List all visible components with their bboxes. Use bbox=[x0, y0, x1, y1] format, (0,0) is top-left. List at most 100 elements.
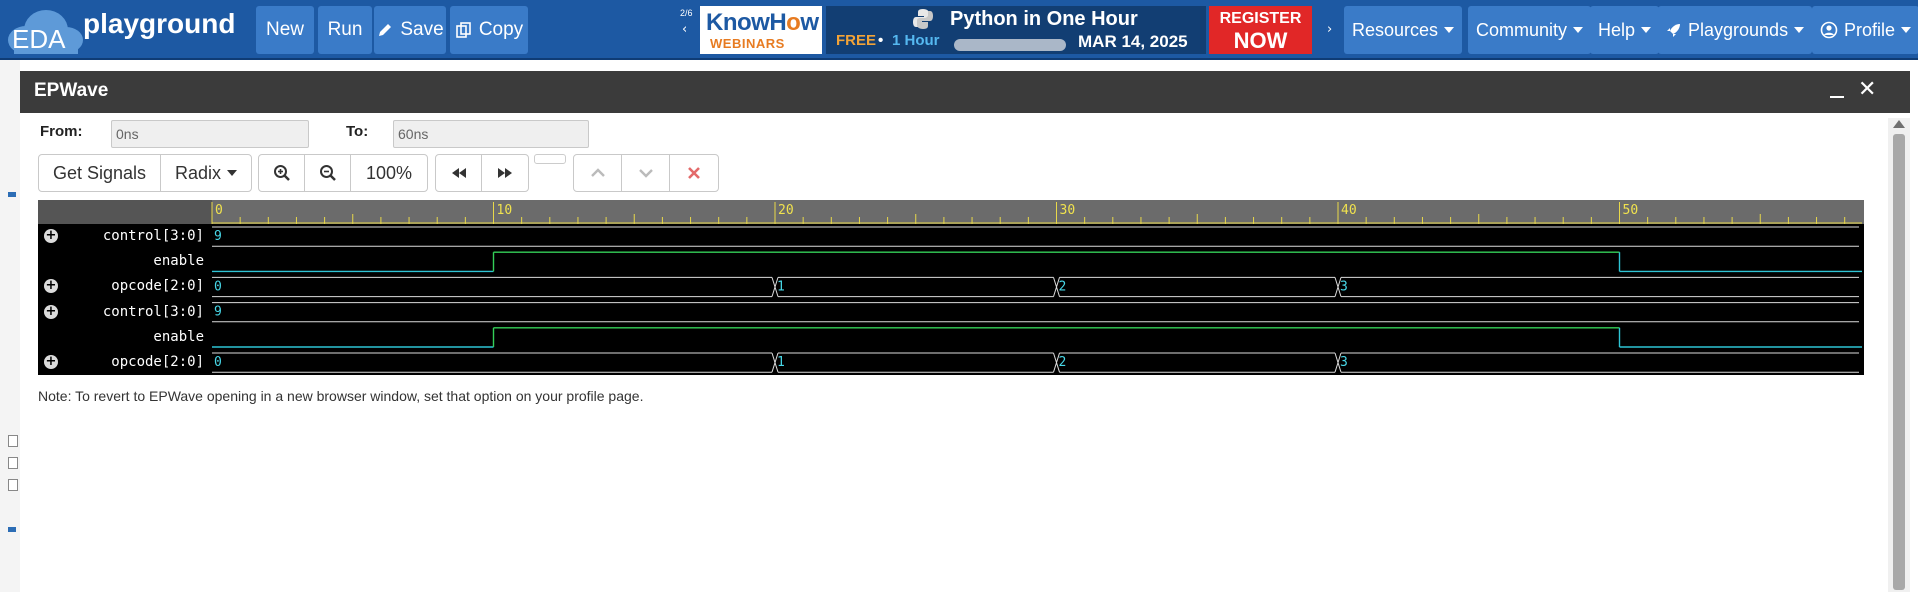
bus-value-label: 9 bbox=[214, 305, 222, 320]
get-signals-button[interactable]: Get Signals bbox=[39, 155, 161, 191]
knowhow-text-w: w bbox=[800, 9, 819, 36]
tick-label: 40 bbox=[1341, 203, 1357, 218]
caret-down-icon bbox=[1901, 27, 1912, 33]
time-ruler-ticks: 0 10 20 30 40 50 bbox=[211, 202, 1862, 224]
checkbox[interactable] bbox=[8, 479, 18, 491]
carousel-counter: 2/6 bbox=[680, 8, 693, 18]
move-down-button[interactable] bbox=[622, 155, 670, 191]
background-page bbox=[0, 60, 20, 592]
bus-value-label: 3 bbox=[1340, 355, 1348, 370]
webinar-title: Python in One Hour bbox=[950, 8, 1138, 30]
webinar-duration: 1 Hour bbox=[892, 32, 940, 49]
zoom-in-icon bbox=[273, 165, 290, 181]
vertical-scrollbar[interactable] bbox=[1888, 118, 1910, 592]
copy-button-label: Copy bbox=[478, 19, 524, 40]
community-menu[interactable]: Community bbox=[1468, 6, 1592, 54]
caret-down-icon bbox=[1444, 27, 1455, 33]
scrollbar-thumb[interactable] bbox=[1893, 134, 1905, 590]
register-now-button[interactable]: REGISTER NOW bbox=[1209, 6, 1312, 54]
from-label: From: bbox=[40, 123, 83, 140]
python-webinar-panel: Python in One Hour FREE • 1 Hour MAR 14,… bbox=[826, 6, 1206, 54]
community-menu-label: Community bbox=[1476, 19, 1568, 40]
get-signals-label: Get Signals bbox=[52, 162, 147, 183]
webinar-date: MAR 14, 2025 bbox=[1078, 32, 1188, 51]
checkbox[interactable] bbox=[8, 457, 18, 469]
resources-menu[interactable]: Resources bbox=[1344, 6, 1463, 54]
bus-value-label: 0 bbox=[214, 355, 222, 370]
zoom-toolbar: 100% bbox=[258, 154, 428, 192]
checkbox[interactable] bbox=[8, 435, 18, 447]
copy-icon bbox=[456, 22, 471, 38]
profile-menu[interactable]: Profile bbox=[1812, 6, 1918, 54]
tick-label: 50 bbox=[1623, 203, 1639, 218]
time-ruler[interactable]: 0 10 20 30 40 50 bbox=[38, 200, 1864, 224]
carousel-prev-icon[interactable]: ‹ bbox=[682, 22, 687, 37]
bus-value-label: 2 bbox=[1059, 279, 1067, 294]
top-navbar: EDA playground New Run Save Copy ‹ 2/6 K… bbox=[0, 0, 1918, 60]
fast-backward-icon bbox=[451, 168, 466, 178]
scroll-left-button[interactable] bbox=[436, 155, 482, 191]
signal-order-toolbar bbox=[573, 154, 719, 192]
register-label: REGISTER bbox=[1219, 10, 1302, 27]
help-menu-label: Help bbox=[1598, 19, 1636, 40]
modal-header: EPWave ✕ bbox=[20, 71, 1910, 113]
logo-eda-text: EDA bbox=[12, 24, 66, 54]
tick-label: 0 bbox=[215, 203, 223, 218]
modal-title: EPWave bbox=[34, 80, 109, 101]
knowhow-subtitle: WEBINARS bbox=[710, 36, 785, 51]
webinar-banner[interactable]: KnowHow WEBINARS Python in One Hour FREE… bbox=[700, 6, 1314, 54]
placeholder-button[interactable] bbox=[534, 154, 566, 164]
from-field[interactable]: 0ns bbox=[111, 120, 309, 148]
zoom-in-button[interactable] bbox=[259, 155, 305, 191]
zoom-out-button[interactable] bbox=[305, 155, 351, 191]
collapse-arrow-icon bbox=[8, 527, 16, 532]
save-button-label: Save bbox=[400, 19, 444, 40]
minimize-icon[interactable] bbox=[1830, 96, 1844, 98]
scroll-up-arrow-icon[interactable] bbox=[1893, 120, 1905, 128]
to-field[interactable]: 60ns bbox=[393, 120, 589, 148]
to-label: To: bbox=[346, 123, 369, 140]
knowhow-text-know: KnowH bbox=[706, 9, 787, 36]
user-circle-icon bbox=[1820, 21, 1838, 39]
move-up-button[interactable] bbox=[574, 155, 622, 191]
epwave-modal: EPWave ✕ From: 0ns To: 60ns Get Signals … bbox=[20, 71, 1910, 592]
help-menu[interactable]: Help bbox=[1590, 6, 1660, 54]
save-button[interactable]: Save bbox=[374, 6, 446, 54]
caret-down-icon bbox=[1573, 27, 1584, 33]
carousel-next-icon[interactable]: › bbox=[1327, 22, 1332, 37]
webinar-free: FREE bbox=[836, 32, 877, 49]
playgrounds-menu-label: Playgrounds bbox=[1688, 19, 1789, 40]
new-button[interactable]: New bbox=[256, 6, 314, 54]
playgrounds-menu[interactable]: Playgrounds bbox=[1658, 6, 1813, 54]
run-button[interactable]: Run bbox=[318, 6, 372, 54]
python-logo-icon bbox=[913, 9, 933, 29]
eda-logo[interactable]: EDA playground bbox=[4, 6, 235, 56]
zoom-level-button[interactable]: 100% bbox=[351, 155, 427, 191]
close-icon[interactable]: ✕ bbox=[1858, 77, 1876, 102]
bus-value-label: 3 bbox=[1340, 279, 1348, 294]
scroll-toolbar bbox=[435, 154, 529, 192]
scroll-right-button[interactable] bbox=[482, 155, 528, 191]
zoom-level-label: 100% bbox=[365, 162, 413, 183]
logo-playground-text: playground bbox=[83, 8, 236, 39]
bus-value-label: 1 bbox=[777, 355, 785, 370]
bus-value-label: 1 bbox=[777, 279, 785, 294]
caret-down-icon bbox=[1641, 27, 1652, 33]
resources-menu-label: Resources bbox=[1352, 19, 1439, 40]
waveform-traces[interactable]: 9 0 1 2 3 9 0 1 2 3 bbox=[38, 224, 1864, 375]
tick-label: 10 bbox=[497, 203, 513, 218]
close-red-icon bbox=[688, 167, 700, 179]
bus-value-label: 0 bbox=[214, 279, 222, 294]
profile-menu-label: Profile bbox=[1844, 19, 1896, 40]
tick-label: 20 bbox=[778, 203, 794, 218]
copy-button[interactable]: Copy bbox=[450, 6, 528, 54]
knowhow-logo: KnowHow WEBINARS bbox=[700, 6, 822, 54]
bus-value-label: 2 bbox=[1059, 355, 1067, 370]
bus-value-label: 9 bbox=[214, 229, 222, 244]
remove-signal-button[interactable] bbox=[670, 155, 718, 191]
chevron-down-icon bbox=[638, 169, 653, 178]
waveform-viewer[interactable]: 0 10 20 30 40 50 + control[3:0] enable + opcode[2… bbox=[38, 200, 1864, 375]
radix-dropdown[interactable]: Radix bbox=[161, 155, 251, 191]
webinar-dot: • bbox=[878, 32, 884, 49]
run-button-label: Run bbox=[327, 19, 363, 40]
